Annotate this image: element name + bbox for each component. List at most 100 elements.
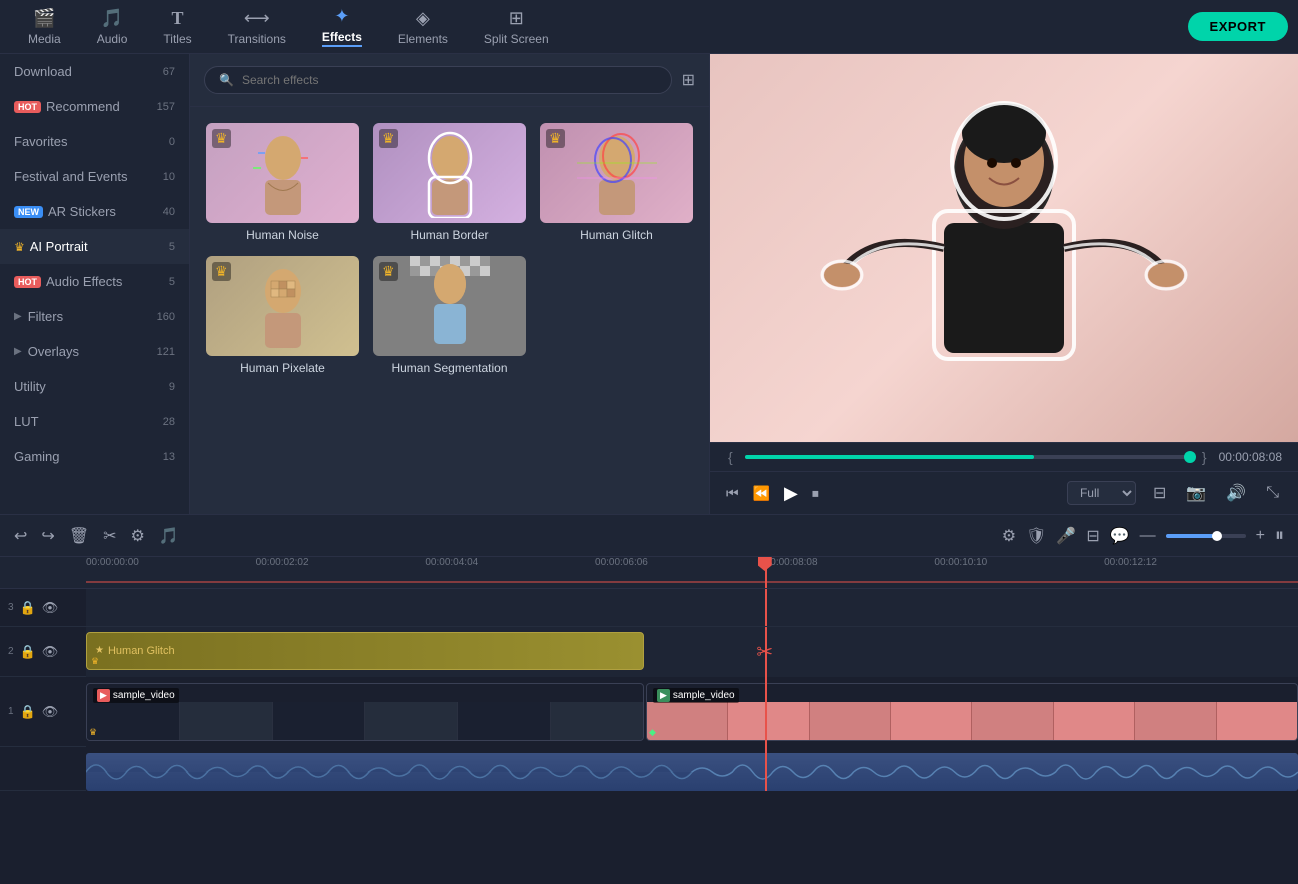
bracket-right[interactable]: } [1200, 449, 1209, 465]
zoom-slider[interactable] [1166, 534, 1246, 538]
volume-icon[interactable]: 🔊 [1223, 480, 1249, 506]
effects-search-header: 🔍 ⊞ [190, 54, 709, 107]
sidebar-item-lut[interactable]: LUT 28 [0, 404, 189, 439]
crown-human-glitch: ♛ [546, 129, 565, 148]
nav-audio-label: Audio [97, 32, 128, 46]
timeline-track-btn[interactable]: ⊟ [1086, 526, 1099, 546]
track-lock-1[interactable]: 🔒 [20, 704, 36, 720]
sidebar-item-download[interactable]: Download 67 [0, 54, 189, 89]
sidebar-download-count: 67 [163, 66, 175, 78]
video-clip-1-crown: ♛ [89, 727, 97, 738]
nav-effects[interactable]: ✦ Effects [304, 0, 380, 53]
audio-edit-button[interactable]: 🎵 [159, 526, 179, 546]
step-back-button[interactable]: ⏮ [726, 485, 739, 502]
sidebar-item-audio-effects[interactable]: HOT Audio Effects 5 [0, 264, 189, 299]
video-clip-2-label: ▶ sample_video [653, 688, 739, 703]
video-clip-1-frames [87, 702, 643, 741]
nav-titles[interactable]: T Titles [145, 2, 209, 52]
progress-bar[interactable] [745, 455, 1190, 459]
progress-dot [1184, 451, 1196, 463]
grid-view-icon[interactable]: ⊞ [682, 70, 695, 90]
timeline-caption-btn[interactable]: 💬 [1110, 526, 1130, 546]
sidebar-item-utility[interactable]: Utility 9 [0, 369, 189, 404]
sidebar-item-recommend[interactable]: HOT Recommend 157 [0, 89, 189, 124]
zoom-select[interactable]: Full 50% 75% 125% [1067, 481, 1136, 505]
effect-clip-star-icon: ★ [95, 645, 104, 656]
bracket-left[interactable]: { [726, 449, 735, 465]
timeline-mic-btn[interactable]: 🎤 [1056, 526, 1076, 546]
play-button[interactable]: ▶ [784, 483, 798, 504]
timeline-settings-btn[interactable]: ⚙ [1002, 526, 1016, 546]
sidebar-item-ai-portrait[interactable]: ♛ AI Portrait 5 [0, 229, 189, 264]
video-clip-2[interactable]: ▶ sample_video ◆ [646, 683, 1298, 741]
zoom-in-button[interactable]: + [1256, 527, 1265, 545]
zoom-out-button[interactable]: — [1140, 527, 1156, 545]
track-num-2: 2 [8, 646, 14, 657]
nav-transitions[interactable]: ⟷ Transitions [210, 2, 304, 52]
effect-label-human-glitch: Human Glitch [540, 228, 693, 242]
sidebar-lut-label: LUT [14, 414, 39, 429]
sidebar-filters-count: 160 [157, 311, 175, 323]
nav-split-screen-label: Split Screen [484, 32, 549, 46]
nav-split-screen[interactable]: ⊞ Split Screen [466, 2, 567, 52]
playback-controls: ⏮ ⏪ ▶ ⏹ Full 50% 75% 125% ⊟ 📷 🔊 ⤡ [710, 471, 1298, 514]
sidebar-item-overlays[interactable]: ▶ Overlays 121 [0, 334, 189, 369]
media-icon: 🎬 [33, 8, 55, 29]
sidebar-recommend-count: 157 [157, 101, 175, 113]
effect-card-human-border[interactable]: ♛ Human Border [373, 123, 526, 242]
fullscreen-icon[interactable]: ⤡ [1263, 481, 1282, 505]
effect-label-human-pixelate: Human Pixelate [206, 361, 359, 375]
effect-card-human-glitch[interactable]: ♛ Human Glitch [540, 123, 693, 242]
track-lock-3[interactable]: 🔒 [20, 600, 36, 616]
nav-media[interactable]: 🎬 Media [10, 2, 79, 52]
frame-p7 [1135, 702, 1216, 741]
screenshot-icon[interactable]: 📷 [1183, 480, 1209, 506]
sidebar-recommend-label: Recommend [46, 99, 120, 114]
video-clip-1[interactable]: ▶ sample_video ♛ [86, 683, 644, 741]
frame-p2 [728, 702, 809, 741]
nav-elements[interactable]: ◈ Elements [380, 2, 466, 52]
scissors-playhead: ✂ [756, 639, 773, 664]
frame-back-button[interactable]: ⏪ [753, 485, 770, 502]
sidebar-ai-label: AI Portrait [30, 239, 88, 254]
effect-card-human-segmentation[interactable]: ♛ Human Segmentation [373, 256, 526, 375]
sidebar-item-gaming[interactable]: Gaming 13 [0, 439, 189, 474]
track-eye-2[interactable]: 👁 [42, 644, 59, 660]
export-button[interactable]: EXPORT [1188, 12, 1288, 41]
effects-sidebar: Download 67 HOT Recommend 157 Favorites … [0, 54, 190, 514]
track-num-1: 1 [8, 706, 14, 717]
nav-titles-label: Titles [163, 32, 191, 46]
adjust-button[interactable]: ⚙ [131, 526, 145, 546]
stop-button[interactable]: ⏹ [812, 485, 819, 502]
sidebar-item-ar-stickers[interactable]: NEW AR Stickers 40 [0, 194, 189, 229]
track-label-1: 1 🔒 👁 [0, 704, 86, 720]
track-num-3: 3 [8, 602, 14, 613]
sidebar-overlays-label: Overlays [28, 344, 79, 359]
redo-button[interactable]: ↪ [41, 526, 54, 546]
timeline-toolbar: ↩ ↪ 🗑 ✂ ⚙ 🎵 ⚙ 🛡 🎤 ⊟ 💬 — + ⏸ [0, 515, 1298, 557]
nav-audio[interactable]: 🎵 Audio [79, 2, 146, 52]
sidebar-item-festival[interactable]: Festival and Events 10 [0, 159, 189, 194]
timeline-red-bar [86, 581, 1298, 583]
track-eye-3[interactable]: 👁 [42, 600, 59, 616]
frame-1 [87, 702, 180, 741]
delete-button[interactable]: 🗑 [69, 526, 89, 546]
sidebar-item-filters[interactable]: ▶ Filters 160 [0, 299, 189, 334]
search-input[interactable] [242, 73, 657, 87]
track-row-3: 3 🔒 👁 [0, 589, 1298, 627]
effect-card-human-noise[interactable]: ♛ Human Noise [206, 123, 359, 242]
effect-clip-human-glitch[interactable]: ★ Human Glitch ♛ [86, 632, 644, 670]
timeline-shield-btn[interactable]: 🛡 [1026, 526, 1046, 546]
crown-human-noise: ♛ [212, 129, 231, 148]
effect-card-human-pixelate[interactable]: ♛ Human Pixelate [206, 256, 359, 375]
screen-layout-icon[interactable]: ⊟ [1150, 480, 1169, 506]
sidebar-item-favorites[interactable]: Favorites 0 [0, 124, 189, 159]
track-eye-1[interactable]: 👁 [42, 704, 59, 720]
timeline-pause-button[interactable]: ⏸ [1275, 525, 1284, 546]
effects-search-box[interactable]: 🔍 [204, 66, 672, 94]
video-clip-2-badge-corner: ◆ [649, 727, 656, 738]
cut-button[interactable]: ✂ [103, 526, 116, 546]
undo-button[interactable]: ↩ [14, 526, 27, 546]
effect-label-human-noise: Human Noise [206, 228, 359, 242]
track-lock-2[interactable]: 🔒 [20, 644, 36, 660]
